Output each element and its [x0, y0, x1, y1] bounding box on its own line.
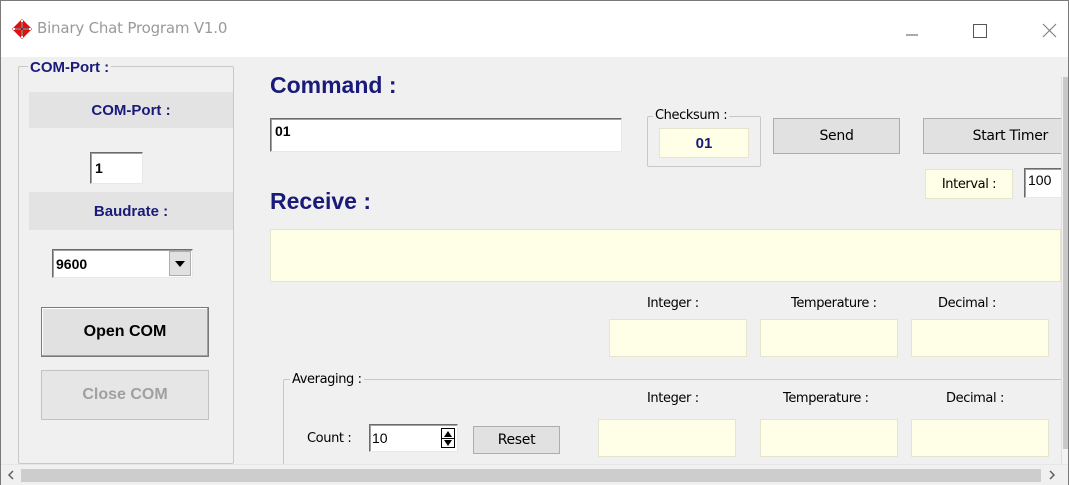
- spin-down-icon[interactable]: [442, 439, 454, 448]
- averaging-legend: Averaging :: [290, 372, 364, 387]
- count-value: 10: [372, 430, 388, 446]
- send-button[interactable]: Send: [773, 118, 900, 154]
- interval-input[interactable]: 100: [1024, 168, 1064, 198]
- count-spin-input[interactable]: 10: [369, 424, 458, 452]
- receive-decimal-display: [911, 319, 1049, 357]
- averaging-integer-label: Integer :: [647, 391, 699, 406]
- baudrate-selected-value: 9600: [56, 255, 88, 272]
- checksum-value: 01: [695, 134, 713, 152]
- app-icon: [12, 19, 32, 39]
- open-com-button[interactable]: Open COM: [41, 307, 209, 357]
- count-spin-buttons[interactable]: [441, 428, 455, 448]
- count-label: Count :: [307, 431, 352, 446]
- title-bar[interactable]: Binary Chat Program V1.0: [1, 1, 1068, 57]
- horizontal-scrollbar-thumb[interactable]: [21, 469, 1041, 482]
- reset-button[interactable]: Reset: [473, 426, 560, 454]
- command-heading: Command :: [270, 72, 397, 98]
- receive-integer-label: Integer :: [647, 296, 699, 311]
- averaging-decimal-display: [911, 419, 1049, 457]
- checksum-display: 01: [659, 128, 749, 158]
- receive-display: [270, 229, 1061, 282]
- close-icon[interactable]: [1035, 15, 1065, 45]
- vertical-scrollbar[interactable]: [1061, 77, 1068, 464]
- scroll-left-icon[interactable]: [3, 465, 19, 485]
- start-timer-button[interactable]: Start Timer: [923, 118, 1063, 154]
- receive-decimal-label: Decimal :: [938, 296, 996, 311]
- close-com-button[interactable]: Close COM: [41, 370, 209, 420]
- com-port-input[interactable]: 1: [90, 152, 143, 184]
- baudrate-select[interactable]: 9600: [52, 249, 193, 278]
- minimize-icon[interactable]: [897, 15, 927, 45]
- receive-heading: Receive :: [270, 188, 372, 214]
- maximize-icon[interactable]: [965, 15, 995, 45]
- receive-integer-display: [609, 319, 747, 357]
- checksum-legend: Checksum :: [653, 108, 730, 123]
- horizontal-scrollbar[interactable]: [1, 464, 1068, 485]
- receive-temperature-display: [760, 319, 898, 357]
- averaging-integer-display: [598, 419, 736, 457]
- command-input[interactable]: 01: [270, 118, 622, 152]
- baudrate-dropdown-button[interactable]: [169, 251, 191, 276]
- window-title: Binary Chat Program V1.0: [37, 19, 228, 37]
- averaging-temperature-display: [760, 419, 898, 457]
- averaging-decimal-label: Decimal :: [946, 391, 1004, 406]
- com-port-label: COM-Port :: [29, 92, 233, 128]
- app-window: Binary Chat Program V1.0 COM-Port : COM-…: [0, 0, 1069, 485]
- scroll-right-icon[interactable]: [1044, 465, 1060, 485]
- spin-up-icon[interactable]: [442, 429, 454, 438]
- com-port-group-legend: COM-Port :: [28, 59, 112, 76]
- receive-temperature-label: Temperature :: [791, 296, 877, 311]
- vertical-scrollbar-thumb[interactable]: [1063, 77, 1068, 449]
- interval-label: Interval :: [925, 169, 1013, 199]
- baudrate-label: Baudrate :: [29, 192, 233, 230]
- chevron-down-icon: [175, 260, 185, 267]
- averaging-temperature-label: Temperature :: [783, 391, 869, 406]
